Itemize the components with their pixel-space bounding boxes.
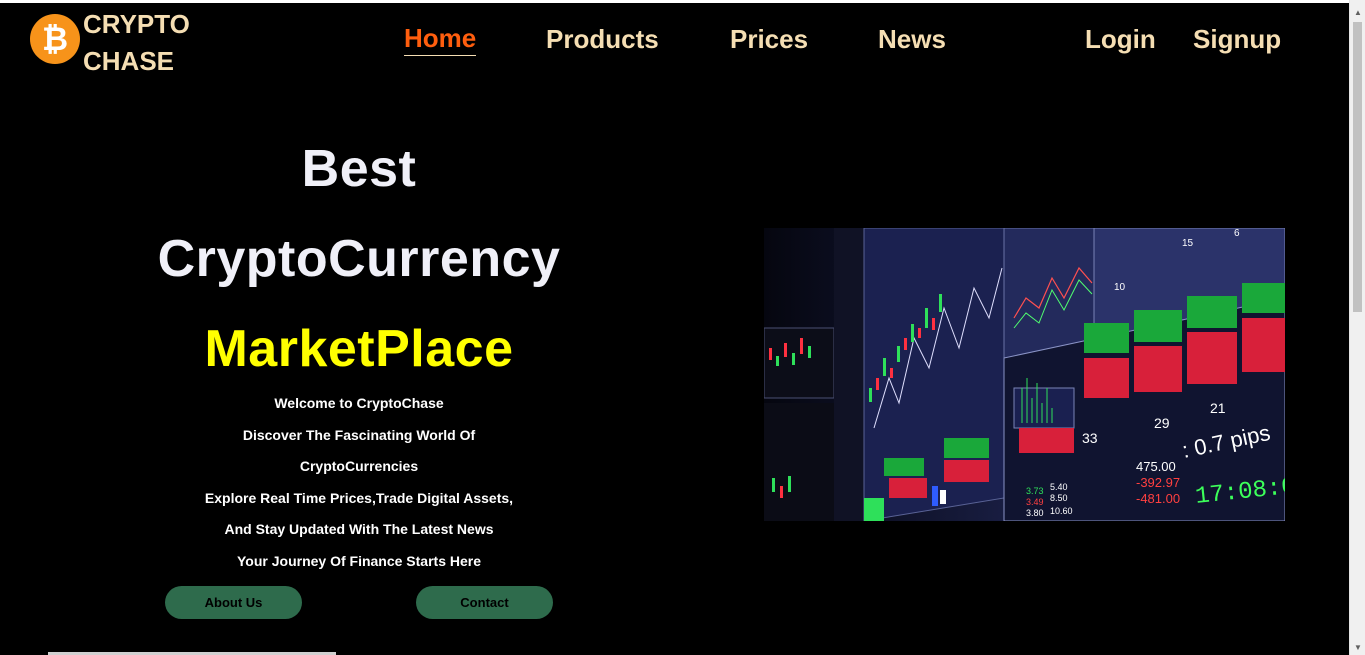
logo-text[interactable]: CRYPTO CHASE bbox=[83, 6, 223, 80]
hero-line-best: Best bbox=[301, 140, 417, 198]
login-link[interactable]: Login bbox=[1085, 24, 1156, 55]
bitcoin-icon: ₿ bbox=[42, 21, 68, 57]
about-us-button[interactable]: About Us bbox=[165, 586, 302, 619]
contact-button[interactable]: Contact bbox=[416, 586, 553, 619]
logo-line2: CHASE bbox=[83, 46, 175, 76]
image-small-1: 3.73 bbox=[1026, 486, 1044, 496]
signup-link[interactable]: Signup bbox=[1193, 24, 1281, 55]
vertical-scrollbar[interactable]: ▲ ▼ bbox=[1349, 0, 1365, 655]
desc-line-4: Explore Real Time Prices,Trade Digital A… bbox=[204, 489, 514, 506]
image-quote-1: 475.00 bbox=[1136, 459, 1176, 474]
page: ₿ CRYPTO CHASE Home Products Prices News… bbox=[0, 3, 1349, 655]
logo-badge[interactable]: ₿ bbox=[30, 14, 80, 64]
logo-line1: CRYPTO bbox=[83, 9, 190, 39]
image-small-5: 3.80 bbox=[1026, 508, 1044, 518]
image-small-6: 10.60 bbox=[1050, 506, 1073, 516]
image-small-3: 3.49 bbox=[1026, 497, 1044, 507]
image-number-15: 15 bbox=[1182, 238, 1194, 249]
desc-line-6: Your Journey Of Finance Starts Here bbox=[236, 552, 482, 569]
image-small-4: 8.50 bbox=[1050, 493, 1068, 503]
trading-screens-graphic: 33 29 21 10 15 6 : 0.7 pips 475.00 -392.… bbox=[764, 228, 1285, 521]
image-small-2: 5.40 bbox=[1050, 482, 1068, 492]
hero-line-cryptocurrency: CryptoCurrency bbox=[157, 230, 561, 288]
hero-heading: Best CryptoCurrency MarketPlace bbox=[60, 124, 658, 394]
scroll-thumb[interactable] bbox=[1353, 22, 1362, 312]
image-quote-2: -392.97 bbox=[1136, 475, 1180, 490]
desc-line-2: Discover The Fascinating World Of bbox=[242, 426, 476, 443]
scroll-up-arrow-icon[interactable]: ▲ bbox=[1350, 4, 1365, 20]
trading-screens-image: 33 29 21 10 15 6 : 0.7 pips 475.00 -392.… bbox=[764, 228, 1285, 521]
nav-prices[interactable]: Prices bbox=[730, 24, 808, 55]
image-number-29: 29 bbox=[1154, 415, 1170, 431]
svg-text:₿: ₿ bbox=[42, 21, 68, 57]
desc-line-5: And Stay Updated With The Latest News bbox=[224, 521, 494, 538]
desc-line-3: CryptoCurrencies bbox=[299, 458, 419, 475]
image-number-6: 6 bbox=[1234, 228, 1240, 239]
nav-products[interactable]: Products bbox=[546, 24, 659, 55]
nav-home[interactable]: Home bbox=[404, 23, 477, 56]
hero-line-marketplace: MarketPlace bbox=[204, 320, 514, 378]
nav-news[interactable]: News bbox=[878, 24, 946, 55]
image-number-10: 10 bbox=[1114, 282, 1126, 293]
scroll-down-arrow-icon[interactable]: ▼ bbox=[1350, 639, 1365, 655]
image-number-33: 33 bbox=[1082, 430, 1098, 446]
image-number-21: 21 bbox=[1210, 400, 1226, 416]
hero-description: Welcome to CryptoChase Discover The Fasc… bbox=[60, 388, 658, 578]
image-quote-3: -481.00 bbox=[1136, 491, 1180, 506]
desc-line-1: Welcome to CryptoChase bbox=[274, 395, 444, 411]
